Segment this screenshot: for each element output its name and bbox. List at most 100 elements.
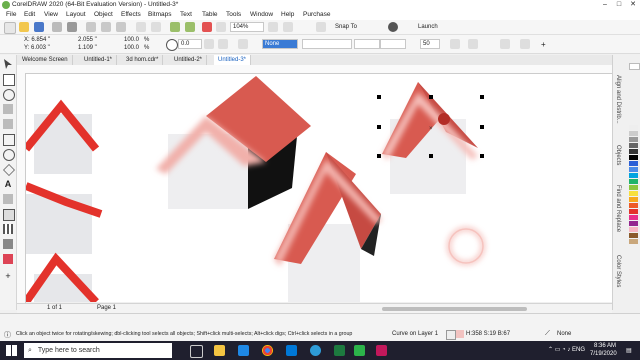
drawing-canvas[interactable]: × bbox=[26, 74, 612, 302]
gear-icon[interactable] bbox=[388, 22, 398, 32]
menu-text[interactable]: Text bbox=[180, 11, 192, 18]
height-field[interactable]: 1.109 " bbox=[78, 45, 97, 51]
house-thumbnail-3[interactable] bbox=[26, 252, 99, 302]
pick-tool-icon[interactable] bbox=[4, 59, 12, 69]
launch-dropdown[interactable]: Launch bbox=[418, 24, 438, 30]
app-icon[interactable] bbox=[376, 345, 387, 356]
swatch-lime[interactable] bbox=[629, 185, 638, 190]
file-explorer-icon[interactable] bbox=[214, 345, 225, 356]
node-tool-icon[interactable] bbox=[238, 39, 248, 49]
transparency-tool-icon[interactable] bbox=[3, 209, 15, 221]
shape-tool-icon[interactable] bbox=[3, 74, 15, 86]
text-tool-icon[interactable]: A bbox=[3, 179, 13, 189]
show-rulers-button[interactable] bbox=[268, 22, 278, 32]
end-arrow-select[interactable] bbox=[380, 39, 406, 49]
house-thumbnail-1[interactable] bbox=[26, 99, 100, 174]
swatch-dark-orange[interactable] bbox=[629, 203, 638, 208]
parallel-dimension-tool-icon[interactable] bbox=[3, 194, 13, 204]
tab-3d-hom[interactable]: 3d hom.cdr* bbox=[122, 55, 164, 65]
position-y-field[interactable]: Y: 6.003 " bbox=[24, 45, 50, 51]
swatch-gray-4[interactable] bbox=[629, 143, 638, 148]
house-thumbnail-2[interactable] bbox=[26, 182, 103, 254]
excel-icon[interactable] bbox=[334, 345, 345, 356]
swatch-black[interactable] bbox=[629, 155, 638, 160]
menu-purchase[interactable]: Purchase bbox=[303, 11, 330, 18]
docker-tab-find-replace[interactable]: Find and Replace bbox=[615, 185, 621, 232]
edge-icon[interactable] bbox=[310, 345, 321, 356]
menu-effects[interactable]: Effects bbox=[121, 11, 141, 18]
tab-untitled-3[interactable]: Untitled-3* bbox=[214, 55, 252, 65]
windows-icon[interactable] bbox=[6, 345, 17, 356]
print-button[interactable] bbox=[67, 22, 77, 32]
store-icon[interactable] bbox=[286, 345, 297, 356]
swatch-gray-5[interactable] bbox=[629, 149, 638, 154]
guidelines-icon[interactable] bbox=[316, 22, 326, 32]
swatch-orange[interactable] bbox=[629, 197, 638, 202]
mail-icon[interactable] bbox=[238, 345, 249, 356]
paste-button[interactable] bbox=[116, 22, 126, 32]
page-counter[interactable]: 1 of 1 bbox=[47, 305, 62, 311]
position-x-field[interactable]: X: 6.854 " bbox=[24, 37, 50, 43]
docker-tab-objects[interactable]: Objects bbox=[615, 145, 621, 165]
swatch-cyan[interactable] bbox=[629, 173, 638, 178]
mirror-vertical-button[interactable] bbox=[218, 39, 228, 49]
rotation-angle-field[interactable]: 0.0 bbox=[178, 39, 202, 49]
chrome-icon[interactable] bbox=[262, 345, 273, 356]
coreldraw-icon[interactable] bbox=[354, 345, 365, 356]
language-indicator[interactable]: ENG bbox=[572, 347, 585, 353]
add-tool-icon[interactable]: + bbox=[3, 271, 13, 281]
wrap-text-icon[interactable] bbox=[450, 39, 460, 49]
page-tab-1[interactable]: Page 1 bbox=[97, 305, 116, 311]
outline-width-field[interactable]: 50 bbox=[420, 39, 440, 49]
soft-circle[interactable] bbox=[447, 227, 485, 265]
menu-bitmaps[interactable]: Bitmaps bbox=[148, 11, 171, 18]
export-button[interactable] bbox=[185, 22, 195, 32]
swatch-gray-1[interactable] bbox=[629, 125, 638, 130]
polygon-tool-icon[interactable] bbox=[3, 164, 15, 176]
start-arrow-select[interactable] bbox=[354, 39, 380, 49]
import-button[interactable] bbox=[170, 22, 180, 32]
menu-object[interactable]: Object bbox=[94, 11, 113, 18]
maximize-button[interactable]: □ bbox=[612, 0, 626, 10]
tab-welcome-screen[interactable]: Welcome Screen bbox=[18, 55, 73, 65]
horizontal-scrollbar[interactable] bbox=[382, 307, 527, 311]
swatch-gray-2[interactable] bbox=[629, 131, 638, 136]
tab-untitled-2[interactable]: Untitled-2* bbox=[170, 55, 208, 65]
freehand-tool-icon[interactable] bbox=[3, 104, 13, 114]
clock-date[interactable]: 7/19/2020 bbox=[590, 351, 617, 357]
snap-to-dropdown[interactable]: Snap To bbox=[335, 24, 357, 30]
menu-view[interactable]: View bbox=[44, 11, 58, 18]
copy-button[interactable] bbox=[101, 22, 111, 32]
full-screen-button[interactable] bbox=[216, 22, 226, 32]
rectangle-tool-icon[interactable] bbox=[3, 134, 15, 146]
artistic-media-tool-icon[interactable] bbox=[3, 119, 13, 129]
zoom-level-select[interactable]: 104% bbox=[230, 22, 264, 32]
system-tray-icons[interactable]: ⌃ ▭ ◔ ♪ bbox=[548, 346, 570, 353]
undo-button[interactable] bbox=[136, 22, 146, 32]
pattern-icon[interactable] bbox=[3, 224, 13, 234]
outline-style-select[interactable] bbox=[302, 39, 352, 49]
menu-table[interactable]: Table bbox=[202, 11, 218, 18]
open-button[interactable] bbox=[19, 22, 29, 32]
docker-tab-color-styles[interactable]: Color Styles bbox=[615, 255, 621, 287]
width-field[interactable]: 2.055 " bbox=[78, 37, 97, 43]
close-button[interactable]: ✕ bbox=[626, 0, 640, 10]
swatch-yellow[interactable] bbox=[629, 191, 638, 196]
eyedropper-tool-icon[interactable] bbox=[3, 239, 13, 249]
taskbar-search[interactable]: ⌕ Type here to search bbox=[24, 343, 172, 358]
docker-tab-align[interactable]: Align and Distrib... bbox=[615, 75, 621, 124]
swatch-magenta[interactable] bbox=[629, 215, 638, 220]
save-button[interactable] bbox=[34, 22, 44, 32]
scale-y-field[interactable]: 100.0 bbox=[124, 45, 139, 51]
grid-icon[interactable] bbox=[283, 22, 293, 32]
horizontal-ruler[interactable] bbox=[17, 65, 612, 74]
interactive-fill-tool-icon[interactable] bbox=[3, 254, 13, 264]
ellipse-tool-icon[interactable] bbox=[3, 149, 15, 161]
task-view-icon[interactable] bbox=[190, 345, 203, 358]
swatch-red[interactable] bbox=[629, 209, 638, 214]
minimize-button[interactable]: – bbox=[598, 0, 612, 10]
swatch-blue[interactable] bbox=[629, 161, 638, 166]
distribute-icon[interactable] bbox=[520, 39, 530, 49]
house-a[interactable] bbox=[156, 76, 311, 209]
menu-tools[interactable]: Tools bbox=[226, 11, 241, 18]
